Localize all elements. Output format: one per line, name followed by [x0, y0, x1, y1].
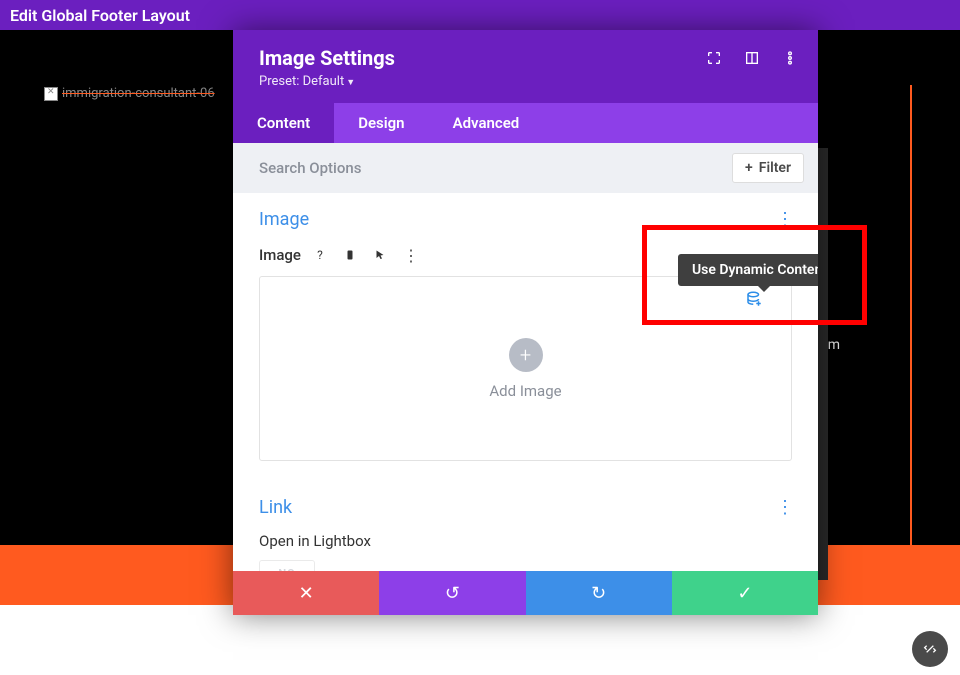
- add-image-icon[interactable]: +: [509, 338, 543, 372]
- phone-icon[interactable]: [339, 244, 361, 266]
- modal-header: Image Settings Preset: Default▼: [233, 30, 818, 103]
- image-upload-box[interactable]: + Add Image Use Dynamic Content: [259, 276, 792, 461]
- columns-icon[interactable]: [744, 50, 760, 66]
- link-section-header: Link ⋮: [259, 497, 792, 518]
- search-bar: Search Options + Filter: [233, 143, 818, 193]
- tabs: Content Design Advanced: [233, 103, 818, 143]
- broken-image-label: immigration-consultant-06: [62, 86, 215, 101]
- search-input[interactable]: Search Options: [259, 159, 361, 177]
- image-section-title[interactable]: Image: [259, 209, 309, 230]
- redo-button[interactable]: ↻: [526, 571, 672, 615]
- undo-button[interactable]: ↺: [379, 571, 525, 615]
- filter-button[interactable]: + Filter: [732, 153, 804, 183]
- tab-advanced[interactable]: Advanced: [429, 103, 544, 143]
- field-menu-icon[interactable]: ⋮: [399, 244, 421, 266]
- plus-icon: +: [745, 160, 753, 176]
- cancel-button[interactable]: ✕: [233, 571, 379, 615]
- broken-image-icon: [44, 87, 58, 101]
- image-field-label: Image: [259, 246, 301, 264]
- expand-icon[interactable]: [706, 50, 722, 66]
- save-button[interactable]: ✓: [672, 571, 818, 615]
- settings-modal: Image Settings Preset: Default▼ Content …: [233, 30, 818, 615]
- lightbox-toggle[interactable]: NO: [259, 560, 315, 571]
- link-section-menu-icon[interactable]: ⋮: [776, 497, 792, 518]
- link-section-title[interactable]: Link: [259, 497, 292, 518]
- dark-sliver: [818, 148, 828, 580]
- dynamic-content-icon[interactable]: Use Dynamic Content: [745, 290, 763, 312]
- caret-down-icon: ▼: [346, 78, 355, 88]
- preset-dropdown[interactable]: Preset: Default▼: [259, 74, 792, 89]
- help-icon[interactable]: ?: [309, 244, 331, 266]
- modal-body: Image ⋮ Image ? ⋮ + Add Image Use Dynami…: [233, 193, 818, 571]
- tab-design[interactable]: Design: [334, 103, 428, 143]
- more-icon[interactable]: [782, 50, 798, 66]
- broken-image[interactable]: immigration-consultant-06: [44, 86, 215, 101]
- image-section-header: Image ⋮: [259, 209, 792, 230]
- open-lightbox-label: Open in Lightbox: [259, 532, 792, 550]
- image-section-menu-icon[interactable]: ⋮: [776, 209, 792, 230]
- top-bar-title: Edit Global Footer Layout: [10, 6, 190, 25]
- add-image-label: Add Image: [489, 382, 561, 400]
- tab-content[interactable]: Content: [233, 103, 334, 143]
- dynamic-content-tooltip: Use Dynamic Content: [678, 254, 818, 286]
- top-bar: Edit Global Footer Layout: [0, 0, 960, 30]
- resize-fab[interactable]: [912, 631, 948, 667]
- page-bottom: [0, 605, 960, 675]
- cursor-icon[interactable]: [369, 244, 391, 266]
- canvas-orange-vline: [910, 85, 912, 545]
- action-row: ✕ ↺ ↻ ✓: [233, 571, 818, 615]
